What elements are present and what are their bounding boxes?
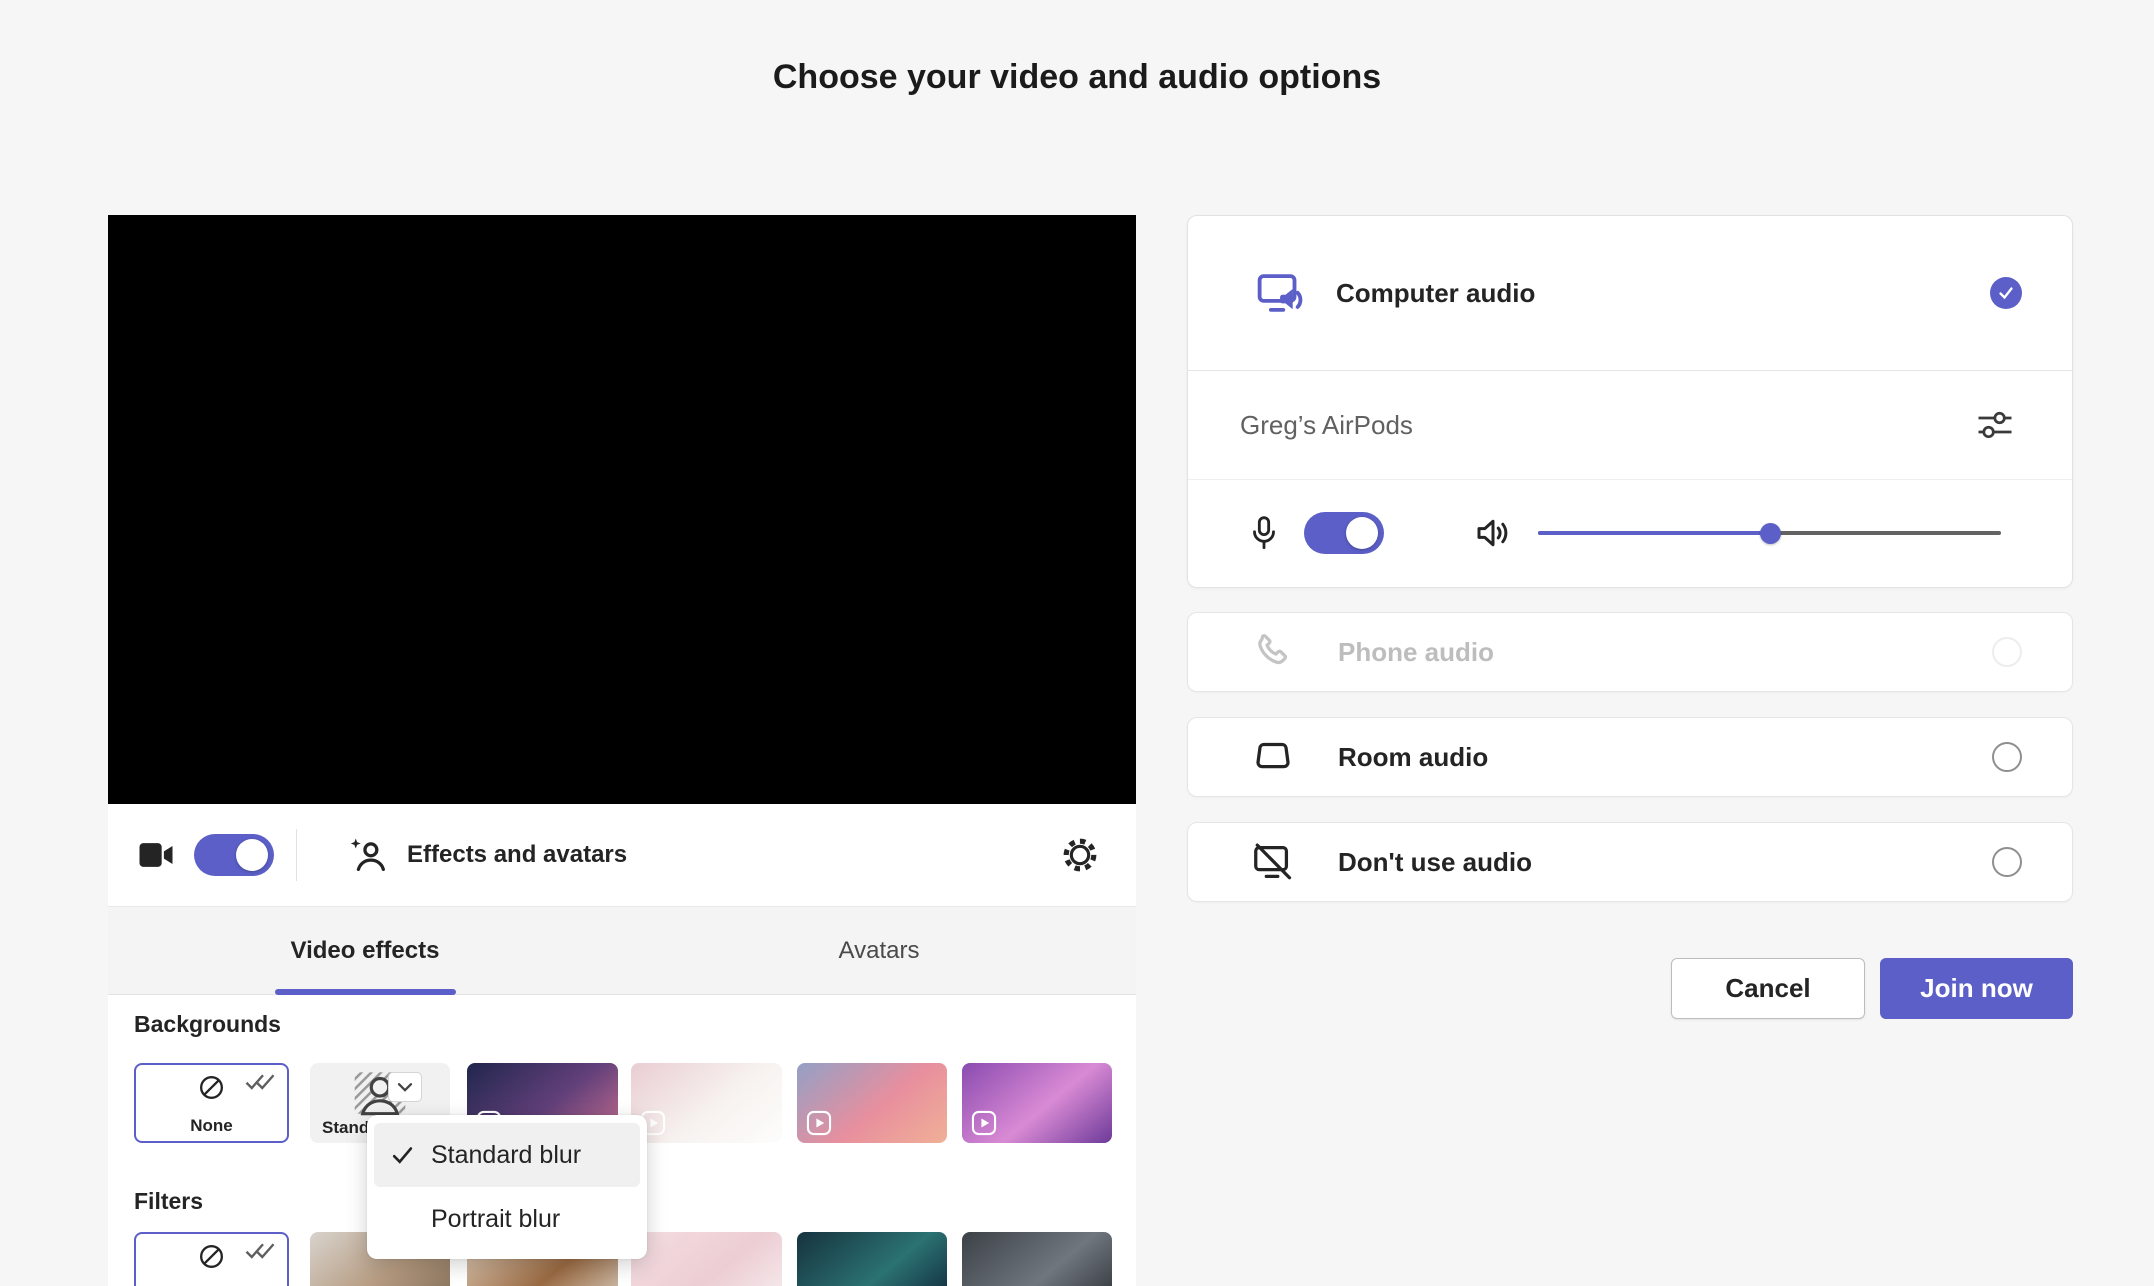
no-audio-icon <box>1250 839 1296 885</box>
video-control-bar: Effects and avatars <box>108 804 1136 907</box>
filter-none-tile[interactable]: None <box>134 1232 289 1286</box>
tab-avatars-label: Avatars <box>838 937 920 964</box>
background-none-tile[interactable]: None <box>134 1063 289 1143</box>
pre-join-screen: Choose your video and audio options Effe… <box>0 0 2154 1286</box>
settings-gear-button[interactable] <box>1058 833 1102 877</box>
blur-options-chevron-button[interactable] <box>388 1072 422 1102</box>
filters-section-label: Filters <box>134 1188 204 1214</box>
microphone-toggle-knob <box>1346 517 1378 549</box>
room-audio-label: Room audio <box>1338 741 1489 772</box>
page-title: Choose your video and audio options <box>772 58 1382 96</box>
phone-audio-radio[interactable] <box>1992 637 2022 667</box>
microphone-toggle[interactable] <box>1304 512 1384 554</box>
menu-item-label: Portrait blur <box>431 1204 561 1233</box>
camera-toggle-knob <box>236 839 268 871</box>
volume-slider[interactable] <box>1538 512 2001 554</box>
computer-audio-option[interactable]: Computer audio <box>1188 216 2072 371</box>
audio-device-selector[interactable]: Greg’s AirPods <box>1188 371 2072 480</box>
tab-video-effects-label: Video effects <box>290 937 440 964</box>
phone-audio-label: Phone audio <box>1338 636 1494 667</box>
no-audio-option[interactable]: Don't use audio <box>1187 822 2073 902</box>
filter-tile-soft-pink[interactable] <box>631 1232 782 1286</box>
volume-slider-thumb[interactable] <box>1759 523 1781 544</box>
check-icon <box>390 1143 415 1168</box>
video-background-icon <box>971 1110 997 1136</box>
backgrounds-section-label: Backgrounds <box>134 1011 281 1037</box>
background-image-tile-snowy-forest[interactable] <box>631 1063 782 1143</box>
volume-slider-fill <box>1538 531 1770 535</box>
background-none-label: None <box>190 1116 233 1135</box>
filter-tile-dark-smoke[interactable] <box>962 1232 1112 1286</box>
room-audio-icon <box>1250 734 1296 780</box>
room-audio-radio[interactable] <box>1992 742 2022 772</box>
double-check-icon <box>245 1073 275 1091</box>
none-icon <box>196 1241 227 1272</box>
tab-avatars[interactable]: Avatars <box>622 908 1136 994</box>
no-audio-radio[interactable] <box>1992 847 2022 877</box>
effects-avatars-label[interactable]: Effects and avatars <box>407 841 627 869</box>
computer-audio-card: Computer audio Greg’s AirPods <box>1187 215 2073 588</box>
camera-icon <box>134 833 178 877</box>
room-audio-option[interactable]: Room audio <box>1187 717 2073 797</box>
effects-tabs: Video effects Avatars <box>108 908 1136 995</box>
audio-device-name: Greg’s AirPods <box>1240 409 1413 440</box>
microphone-icon <box>1244 513 1284 553</box>
video-background-icon <box>806 1110 832 1136</box>
effects-avatars-icon <box>345 832 391 878</box>
selected-check-icon <box>1990 277 2022 309</box>
phone-audio-icon <box>1250 629 1296 675</box>
audio-settings-icon[interactable] <box>1972 402 2018 448</box>
camera-toggle[interactable] <box>194 834 274 876</box>
background-image-tile-purple-flowers[interactable] <box>962 1063 1112 1143</box>
menu-item-portrait-blur[interactable]: Portrait blur <box>374 1187 640 1251</box>
join-now-button[interactable]: Join now <box>1880 958 2073 1019</box>
phone-audio-option[interactable]: Phone audio <box>1187 612 2073 692</box>
none-icon <box>196 1072 227 1103</box>
video-preview <box>108 215 1136 804</box>
menu-item-standard-blur[interactable]: Standard blur <box>374 1123 640 1187</box>
divider <box>296 829 297 881</box>
computer-audio-icon <box>1254 266 1308 320</box>
audio-controls-row <box>1188 480 2072 586</box>
check-spacer <box>390 1207 415 1232</box>
blur-options-menu: Standard blur Portrait blur <box>367 1115 647 1259</box>
filter-tile-aurora[interactable] <box>797 1232 947 1286</box>
double-check-icon <box>245 1242 275 1260</box>
computer-audio-label: Computer audio <box>1336 277 1536 308</box>
no-audio-label: Don't use audio <box>1338 846 1532 877</box>
tab-video-effects[interactable]: Video effects <box>108 908 622 995</box>
background-image-tile-pink-clouds[interactable] <box>797 1063 947 1143</box>
speaker-icon <box>1472 512 1514 554</box>
menu-item-label: Standard blur <box>431 1140 582 1169</box>
cancel-button[interactable]: Cancel <box>1671 958 1865 1019</box>
